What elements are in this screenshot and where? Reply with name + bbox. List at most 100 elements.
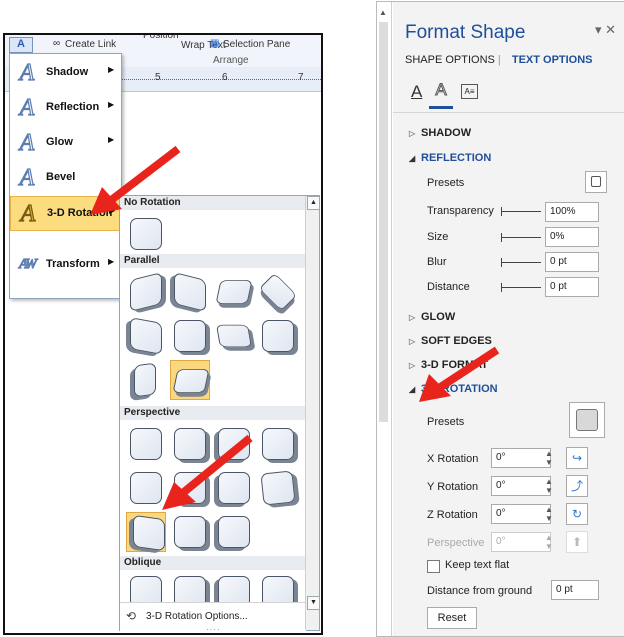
spinner-icon[interactable]: ▲ ▼ [543,449,555,467]
menu-item-label: Reflection [46,101,100,113]
keep-text-flat-checkbox[interactable] [427,560,440,573]
text-fill-outline-icon[interactable]: A [411,82,422,102]
format-shape-screenshot: ▲ Format Shape ▾ ✕ SHAPE OPTIONS | TEXT … [376,1,624,637]
rotate-up-icon[interactable]: ⤴ [566,475,588,497]
rotation-text-icon: A [20,200,36,227]
preset-parallel-selected[interactable] [170,360,210,400]
position-button[interactable]: Position [143,35,179,41]
word-text-effects-screenshot: A ∞ Create Link Position Wrap Text ▦ Sel… [3,33,323,635]
selection-pane-button[interactable]: Selection Pane [223,39,290,50]
pane-tabs: SHAPE OPTIONS | TEXT OPTIONS [405,54,593,66]
preset-perspective[interactable] [258,468,296,506]
preset-parallel[interactable] [214,272,253,310]
pane-controls[interactable]: ▾ ✕ [595,22,616,38]
reflection-presets-button[interactable] [585,171,607,193]
scroll-up-icon[interactable]: ▲ [307,196,320,210]
preset-parallel[interactable] [126,316,164,355]
reset-button[interactable]: Reset [427,607,477,629]
section-glow[interactable]: ▷ GLOW [409,311,455,323]
y-rotation-label: Y Rotation [427,481,479,493]
menu-item-label: Bevel [46,171,76,183]
preset-perspective[interactable] [258,424,296,462]
blur-label: Blur [427,256,447,268]
rotate-clockwise-icon[interactable]: ↻ [566,503,588,525]
rotation-presets-button[interactable] [569,402,605,438]
spinner-icon[interactable]: ▲ ▼ [543,477,555,495]
tab-shape-options[interactable]: SHAPE OPTIONS [405,54,495,66]
section-reflection[interactable]: ◢ REFLECTION [409,152,491,164]
distance-label: Distance [427,281,470,293]
perspective-header: Perspective [120,406,307,420]
keep-text-flat-label: Keep text flat [445,559,510,571]
oblique-header: Oblique [120,556,307,570]
reflection-presets-label: Presets [427,177,465,189]
ruler-number: 6 [222,72,228,83]
menu-item-shadow[interactable]: A Shadow ▶ [10,56,121,90]
bevel-text-icon: A [19,164,35,191]
text-effects-tab-icon[interactable]: A [429,80,453,109]
size-field[interactable]: 0% [545,227,599,247]
z-rotation-field[interactable]: 0° [491,504,551,524]
blur-slider[interactable] [501,258,541,267]
reflection-text-icon: A [19,94,35,121]
parallel-header: Parallel [120,254,307,268]
distance-slider[interactable] [501,283,541,292]
dropdown-icon[interactable]: ▾ [595,22,602,37]
text-box-icon[interactable]: A≡ [461,84,478,99]
z-rotation-label: Z Rotation [427,509,478,521]
preset-parallel[interactable] [214,316,252,354]
preset-parallel[interactable] [170,272,208,312]
menu-item-label: Shadow [46,66,89,78]
submenu-arrow-icon: ▶ [108,65,115,74]
section-label: REFLECTION [421,152,492,164]
ruler-number: 7 [298,72,304,83]
rotate-left-icon[interactable]: ↪ [566,447,588,469]
y-rotation-field[interactable]: 0° [491,476,551,496]
transparency-field[interactable]: 100% [545,202,599,222]
section-label: GLOW [421,311,456,323]
glow-text-icon: A [19,129,35,156]
blur-field[interactable]: 0 pt [545,252,599,272]
rotation-gallery: No Rotation Parallel Perspective Oblique… [119,195,320,633]
rotation-options-footer[interactable]: ⟲ 3-D Rotation Options... ···· [120,602,306,633]
submenu-arrow-icon: ▶ [108,100,115,109]
tab-text-options[interactable]: TEXT OPTIONS [512,54,593,66]
size-slider[interactable] [501,233,541,242]
create-link-button[interactable]: Create Link [65,39,116,50]
x-rotation-label: X Rotation [427,453,479,465]
preset-parallel[interactable] [170,316,208,354]
scroll-down-icon[interactable]: ▼ [307,596,320,610]
transparency-slider[interactable] [501,207,541,216]
menu-item-transform[interactable]: AW Transform ▶ [10,248,121,282]
gallery-scrollbar[interactable]: ▲ ▼ [305,196,320,630]
distance-field[interactable]: 0 pt [545,277,599,297]
rotation-options-icon: ⟲ [126,609,137,623]
preset-parallel[interactable] [126,272,164,312]
scroll-thumb[interactable] [379,22,388,422]
x-rotation-field[interactable]: 0° [491,448,551,468]
section-shadow[interactable]: ▷ SHADOW [409,127,471,139]
menu-item-label: Glow [46,136,73,148]
preset-parallel[interactable] [258,316,296,354]
transform-text-icon: AW [19,256,38,272]
preset-parallel[interactable] [126,360,164,398]
spinner-icon[interactable]: ▲ ▼ [543,505,555,523]
close-icon[interactable]: ✕ [605,22,616,37]
resize-grip-icon[interactable]: ···· [206,625,221,633]
menu-item-reflection[interactable]: A Reflection ▶ [10,91,121,125]
distance-from-ground-field[interactable]: 0 pt [551,580,599,600]
spinner-icon[interactable]: ▲ ▼ [543,533,555,551]
text-effects-icon[interactable]: A [9,37,33,53]
preset-parallel[interactable] [258,272,298,312]
perspective-field[interactable]: 0° [491,532,551,552]
scroll-up-icon[interactable]: ▲ [379,8,387,17]
transparency-label: Transparency [427,205,494,217]
arrange-group-label: Arrange [213,55,249,66]
submenu-arrow-icon: ▶ [108,257,115,266]
format-shape-pane: Format Shape ▾ ✕ SHAPE OPTIONS | TEXT OP… [393,2,624,636]
perspective-up-icon[interactable]: ⬆ [566,531,588,553]
shadow-text-icon: A [19,59,35,86]
rotation-options-link[interactable]: 3-D Rotation Options... [146,611,248,622]
size-label: Size [427,231,449,243]
document-scrollbar[interactable]: ▲ [377,2,392,636]
